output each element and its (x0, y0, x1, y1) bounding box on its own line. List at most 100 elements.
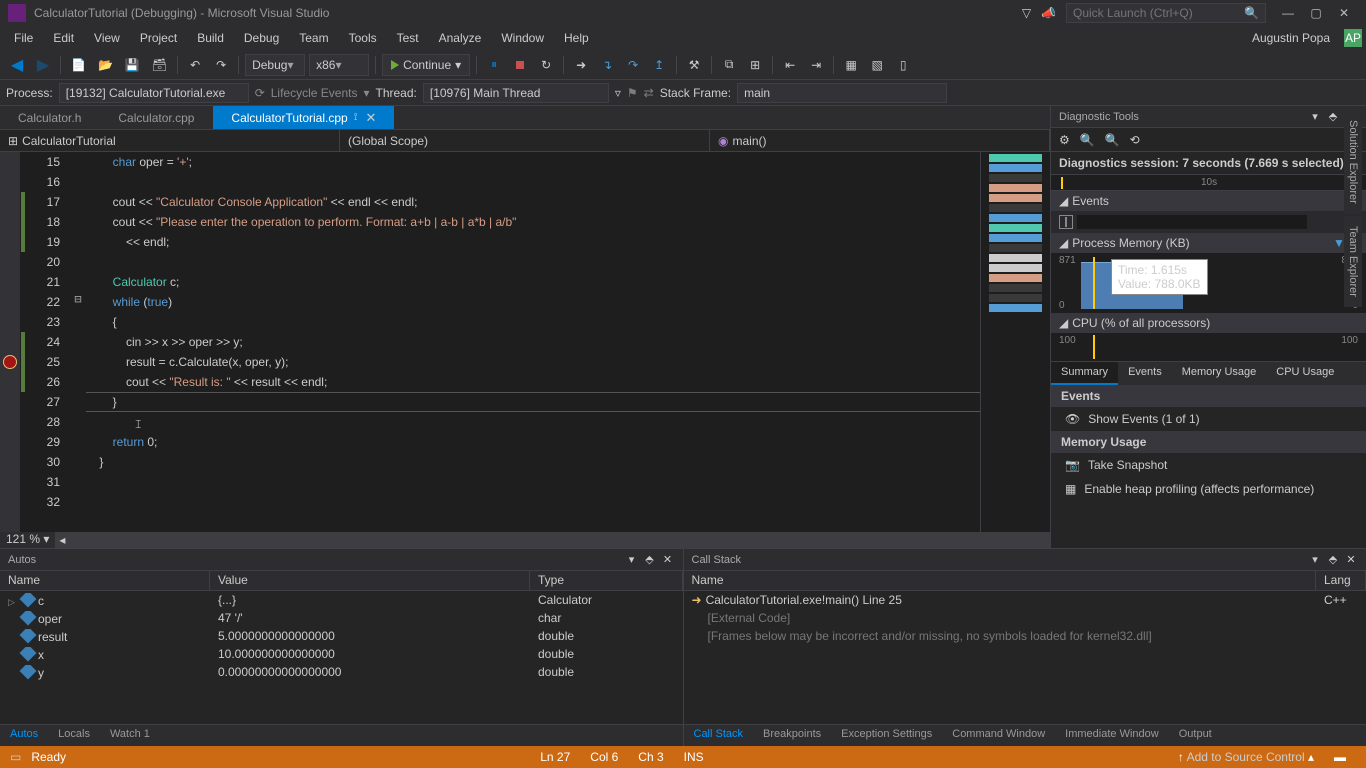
breakpoint-icon[interactable] (3, 355, 17, 369)
bottom-tab-watch-1[interactable]: Watch 1 (100, 725, 160, 746)
minimize-button[interactable]: — (1274, 6, 1302, 20)
events-filter-icon[interactable] (1059, 215, 1073, 229)
autos-close[interactable]: ✕ (661, 553, 675, 567)
panel-dropdown[interactable]: ▾ (1308, 110, 1322, 124)
menu-file[interactable]: File (4, 28, 43, 48)
break-all-button[interactable]: ⏸ (483, 54, 505, 76)
autos-row[interactable]: y0.00000000000000000double (0, 663, 683, 681)
events-header[interactable]: ◢Events (1051, 191, 1366, 211)
show-next-statement[interactable]: ➜ (570, 54, 592, 76)
tab-Calculator-h[interactable]: Calculator.h (0, 106, 100, 129)
callstack-close[interactable]: ✕ (1344, 553, 1358, 567)
zoom-level[interactable]: 121 % ▾ (0, 532, 55, 548)
platform-combo[interactable]: x86 ▾ (309, 54, 369, 76)
gear-icon[interactable]: ⚙ (1059, 133, 1070, 147)
function-combo[interactable]: ◉main() (710, 130, 1050, 151)
user-avatar[interactable]: AP (1344, 29, 1362, 47)
toggle-threads[interactable]: ⇄ (644, 86, 654, 100)
autos-grid[interactable]: ▷c{...}Calculatoroper47 '/'charresult5.0… (0, 591, 683, 724)
zoom-out-icon[interactable]: 🔍 (1105, 133, 1120, 147)
bottom-tab-exception-settings[interactable]: Exception Settings (831, 725, 942, 746)
save-all-button[interactable]: 🗃 (148, 54, 171, 76)
diag-tab-summary[interactable]: Summary (1051, 362, 1118, 385)
new-project-button[interactable]: 📄 (67, 54, 90, 76)
menu-view[interactable]: View (84, 28, 130, 48)
quick-launch-input[interactable] (1073, 6, 1244, 20)
menu-tools[interactable]: Tools (339, 28, 387, 48)
autos-dropdown[interactable]: ▾ (625, 553, 639, 567)
continue-button[interactable]: Continue ▾ (382, 54, 470, 76)
callstack-row[interactable]: ➜CalculatorTutorial.exe!main() Line 25C+… (684, 591, 1366, 609)
source-control-button[interactable]: ↑ Add to Source Control ▴ (1168, 750, 1324, 764)
restart-button[interactable]: ↻ (535, 54, 557, 76)
maximize-button[interactable]: ▢ (1302, 6, 1330, 20)
fold-margin[interactable]: ⊟ (70, 152, 86, 532)
reset-zoom-icon[interactable]: ⟲ (1130, 133, 1140, 147)
bookmark-button[interactable]: ▯ (892, 54, 914, 76)
menu-analyze[interactable]: Analyze (429, 28, 492, 48)
open-file-button[interactable]: 📂 (94, 54, 117, 76)
menu-help[interactable]: Help (554, 28, 599, 48)
bottom-tab-immediate-window[interactable]: Immediate Window (1055, 725, 1169, 746)
indent-less[interactable]: ⇤ (779, 54, 801, 76)
flag-icon[interactable]: ▽ (1022, 6, 1031, 20)
user-name[interactable]: Augustin Popa (1252, 31, 1338, 45)
feedback-icon[interactable]: 📣 (1041, 6, 1056, 20)
menu-project[interactable]: Project (130, 28, 187, 48)
lifecycle-label[interactable]: Lifecycle Events (271, 86, 358, 100)
autos-row[interactable]: x10.000000000000000double (0, 645, 683, 663)
bottom-tab-call-stack[interactable]: Call Stack (684, 725, 754, 746)
menu-window[interactable]: Window (491, 28, 554, 48)
autos-row[interactable]: result5.0000000000000000double (0, 627, 683, 645)
step-into-button[interactable]: ↴ (596, 54, 618, 76)
quick-launch[interactable]: 🔍 (1066, 3, 1266, 23)
callstack-row[interactable]: [Frames below may be incorrect and/or mi… (684, 627, 1366, 645)
thread-combo[interactable]: [10976] Main Thread (423, 83, 609, 103)
tab-Calculator-cpp[interactable]: Calculator.cpp (100, 106, 213, 129)
bottom-tab-output[interactable]: Output (1169, 725, 1222, 746)
menu-edit[interactable]: Edit (43, 28, 84, 48)
stop-button[interactable] (509, 54, 531, 76)
config-combo[interactable]: Debug ▾ (245, 54, 305, 76)
close-button[interactable]: ✕ (1330, 6, 1358, 20)
redo-button[interactable]: ↷ (210, 54, 232, 76)
take-snapshot-link[interactable]: 📷Take Snapshot (1051, 453, 1366, 477)
menu-team[interactable]: Team (289, 28, 338, 48)
bottom-tab-command-window[interactable]: Command Window (942, 725, 1055, 746)
stackframe-combo[interactable]: main (737, 83, 947, 103)
nav-back[interactable]: ◀ (6, 54, 28, 76)
bottom-tab-locals[interactable]: Locals (48, 725, 100, 746)
menu-test[interactable]: Test (387, 28, 429, 48)
bottom-tab-breakpoints[interactable]: Breakpoints (753, 725, 831, 746)
project-combo[interactable]: ⊞CalculatorTutorial (0, 130, 340, 151)
code-content[interactable]: char oper = '+'; cout << "Calculator Con… (86, 152, 980, 532)
solution-explorer-tab[interactable]: Solution Explorer (1344, 110, 1362, 214)
zoom-in-icon[interactable]: 🔍 (1080, 133, 1095, 147)
callstack-pin[interactable]: ⬘ (1326, 553, 1340, 567)
memory-chart[interactable]: 871 871 0 0 Time: 1.615s Value: 788.0KB (1051, 253, 1366, 313)
autos-row[interactable]: ▷c{...}Calculator (0, 591, 683, 609)
notifications-button[interactable]: ▬ (1324, 750, 1356, 764)
undo-button[interactable]: ↶ (184, 54, 206, 76)
scope-combo[interactable]: (Global Scope) (340, 130, 710, 151)
cpu-chart[interactable]: 100 100 (1051, 333, 1366, 361)
breakpoint-margin[interactable] (0, 152, 20, 532)
save-button[interactable]: 💾 (121, 54, 144, 76)
tool-btn-1[interactable]: ⧉ (718, 54, 740, 76)
step-over-button[interactable]: ↷ (622, 54, 644, 76)
nav-fwd[interactable]: ▶ (32, 54, 54, 76)
autos-pin[interactable]: ⬘ (643, 553, 657, 567)
hex-button[interactable]: ⚒ (683, 54, 705, 76)
diag-tab-events[interactable]: Events (1118, 362, 1172, 385)
diag-timeline[interactable]: 10s (1051, 175, 1366, 191)
step-out-button[interactable]: ↥ (648, 54, 670, 76)
team-explorer-tab[interactable]: Team Explorer (1344, 216, 1362, 307)
lifecycle-icon[interactable]: ⟳ (255, 86, 265, 100)
callstack-dropdown[interactable]: ▾ (1308, 553, 1322, 567)
memory-header[interactable]: ◢Process Memory (KB)▼ (1051, 233, 1366, 253)
menu-debug[interactable]: Debug (234, 28, 289, 48)
indent-more[interactable]: ⇥ (805, 54, 827, 76)
tool-btn-2[interactable]: ⊞ (744, 54, 766, 76)
cpu-header[interactable]: ◢CPU (% of all processors) (1051, 313, 1366, 333)
tab-CalculatorTutorial-cpp[interactable]: CalculatorTutorial.cpp⟟✕ (213, 106, 395, 129)
